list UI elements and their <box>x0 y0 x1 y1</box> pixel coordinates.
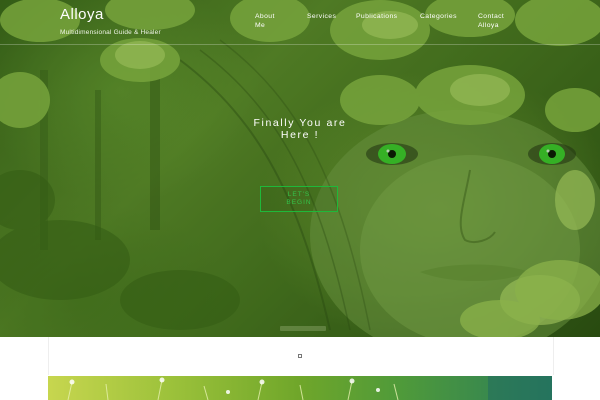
meadow-art <box>67 376 552 400</box>
nav-item-label: About <box>255 13 275 20</box>
nav-item-label: Publications <box>356 13 398 20</box>
main-nav: About Me Services Publications Categorie… <box>0 12 600 32</box>
hero-title-line: Finally You are <box>253 117 347 129</box>
nav-item-publications[interactable]: Publications <box>356 12 397 21</box>
nav-item-label: Me <box>255 22 266 29</box>
nav-item-label: Alloya <box>478 22 499 29</box>
nav-item-label: Categories <box>420 13 457 20</box>
hero-section: Alloya Multidimensional Guide & Healer A… <box>0 0 600 337</box>
meadow-image <box>48 376 552 400</box>
header-divider <box>0 44 600 45</box>
hero-overlay <box>0 0 600 337</box>
slider-dot[interactable] <box>298 354 302 358</box>
nav-item-label: Services <box>307 13 337 20</box>
hero-title-line: Here ! <box>280 129 320 141</box>
cta-label: BEGIN <box>286 199 312 206</box>
nav-item-about-me[interactable]: About Me <box>255 12 275 30</box>
image-watermark <box>280 326 326 331</box>
nav-item-services[interactable]: Services <box>307 12 336 21</box>
hero-title: Finally You are Here ! <box>238 117 362 141</box>
nav-item-contact-alloya[interactable]: Contact Alloya <box>478 12 504 30</box>
nav-item-categories[interactable]: Categories <box>420 12 457 21</box>
lets-begin-button[interactable]: LET'S BEGIN <box>260 186 338 212</box>
cta-label: LET'S <box>287 191 311 198</box>
nav-item-label: Contact <box>478 13 505 20</box>
